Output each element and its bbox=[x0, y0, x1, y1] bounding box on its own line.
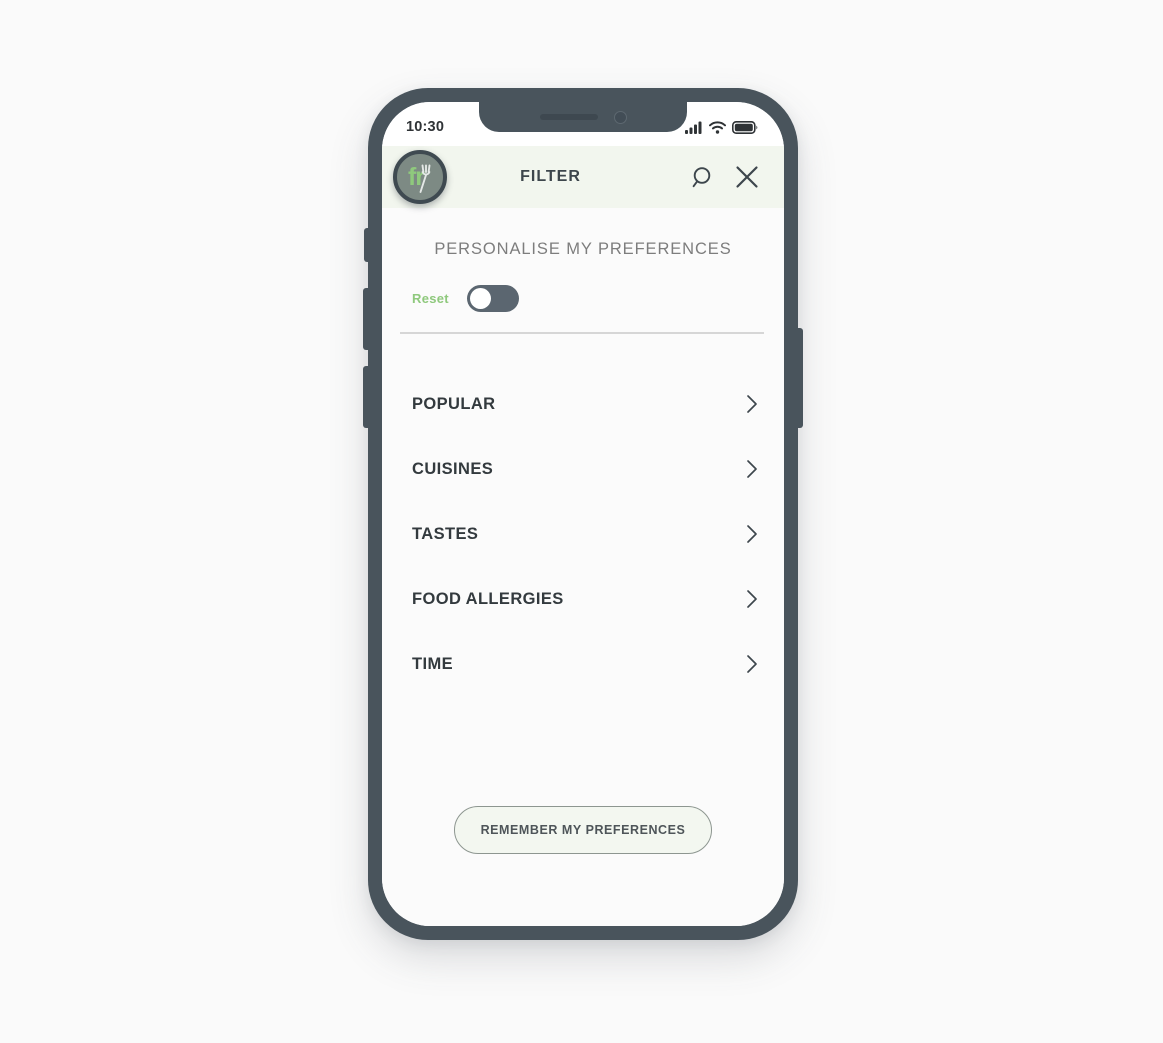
reset-label: Reset bbox=[412, 291, 449, 306]
menu-item-label: TIME bbox=[412, 654, 454, 673]
earpiece-speaker-icon bbox=[539, 114, 598, 120]
menu-item-label: FOOD ALLERGIES bbox=[412, 589, 564, 608]
volume-down-button[interactable] bbox=[363, 366, 369, 428]
volume-up-button[interactable] bbox=[363, 288, 369, 350]
reset-toggle-knob bbox=[469, 288, 491, 309]
close-icon[interactable] bbox=[734, 164, 760, 190]
app-logo[interactable]: fr bbox=[393, 150, 447, 204]
wifi-icon bbox=[709, 120, 726, 134]
remember-my-preferences-button[interactable]: REMEMBER MY PREFERENCES bbox=[453, 806, 713, 854]
menu-item-food-allergies[interactable]: FOOD ALLERGIES bbox=[382, 567, 784, 632]
chevron-right-icon bbox=[747, 590, 757, 608]
header-actions bbox=[689, 164, 784, 190]
front-camera-icon bbox=[613, 110, 627, 124]
search-icon[interactable] bbox=[689, 165, 714, 190]
menu-item-tastes[interactable]: TASTES bbox=[382, 502, 784, 567]
menu-item-cuisines[interactable]: CUISINES bbox=[382, 437, 784, 502]
fork-icon bbox=[419, 164, 431, 193]
chevron-right-icon bbox=[747, 460, 757, 478]
power-button[interactable] bbox=[797, 328, 803, 428]
phone-notch bbox=[479, 102, 687, 132]
status-icons bbox=[685, 115, 758, 134]
section-title: PERSONALISE MY PREFERENCES bbox=[434, 240, 732, 258]
footer-area: REMEMBER MY PREFERENCES bbox=[382, 806, 784, 926]
chevron-right-icon bbox=[747, 655, 757, 673]
menu-item-label: POPULAR bbox=[412, 394, 496, 413]
silent-switch-button[interactable] bbox=[364, 228, 369, 262]
menu-item-label: CUISINES bbox=[412, 459, 494, 478]
reset-toggle[interactable] bbox=[466, 285, 519, 312]
app-body: PERSONALISE MY PREFERENCES Reset POPULAR… bbox=[382, 208, 784, 926]
menu-list: POPULAR CUISINES TASTES FOOD ALLERGIES T… bbox=[382, 372, 784, 697]
reset-row: Reset bbox=[382, 259, 784, 312]
menu-item-label: TASTES bbox=[412, 524, 479, 543]
app-header: fr FILTER bbox=[382, 146, 784, 208]
chevron-right-icon bbox=[747, 395, 757, 413]
battery-icon bbox=[732, 120, 758, 134]
divider bbox=[400, 332, 764, 334]
phone-screen: 10:30 fr FILTER PERSONALISE MY PREFERENC… bbox=[382, 102, 784, 926]
menu-item-time[interactable]: TIME bbox=[382, 632, 784, 697]
chevron-right-icon bbox=[747, 525, 757, 543]
phone-frame: 10:30 fr FILTER PERSONALISE MY PREFERENC… bbox=[363, 88, 803, 940]
status-time: 10:30 bbox=[406, 119, 445, 135]
menu-item-popular[interactable]: POPULAR bbox=[382, 372, 784, 437]
signal-icon bbox=[685, 121, 702, 134]
